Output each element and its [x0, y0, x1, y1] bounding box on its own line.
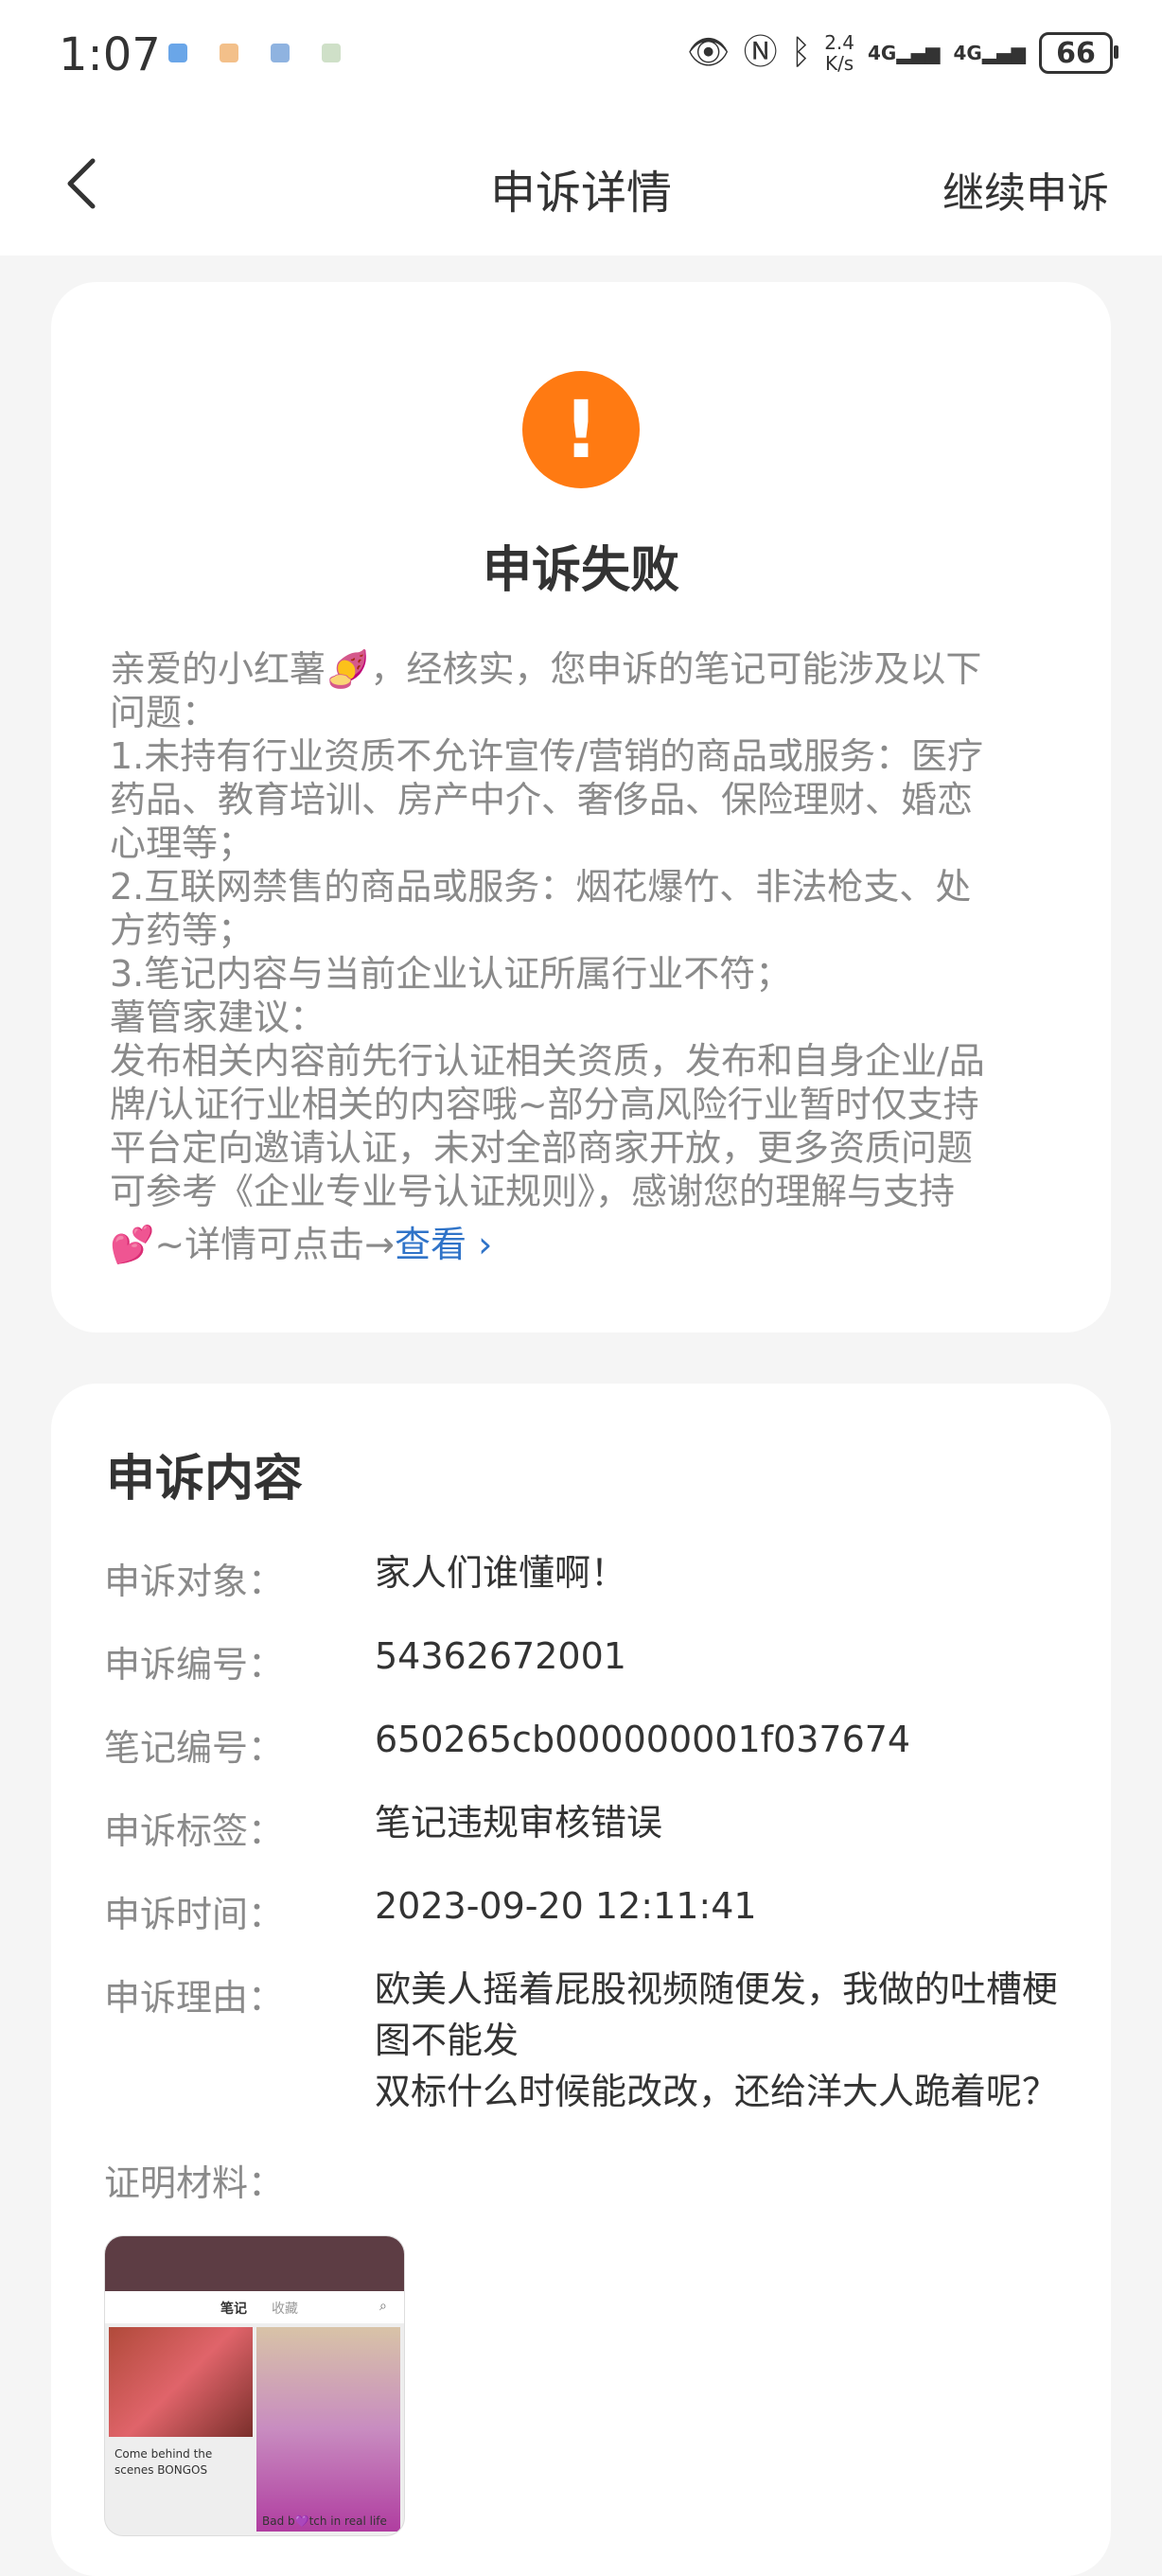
reason-value: 欧美人摇着屁股视频随便发，我做的吐槽梗 图不能发 双标什么时候能改改，还给洋大人… — [375, 1964, 1094, 2117]
thumb-caption-2: Bad b💜tch in real life — [262, 2514, 387, 2528]
field-label: 申诉编号： — [104, 1644, 285, 1685]
hearts-icon: 💕 — [110, 1224, 155, 1265]
field-value: 2023-09-20 12:11:41 — [375, 1885, 757, 1927]
status-indicators: 👁 Ⓝ ᛒ 2.4 K/s 4G▂▄▆ 4G▂▄▆ 66 — [686, 32, 1118, 74]
section-title: 申诉内容 — [106, 1451, 304, 1508]
speed-value: 2.4 — [824, 31, 854, 54]
appeal-content-card: 申诉内容 申诉对象： 家人们谁懂啊！ 申诉编号： 54362672001 笔记编… — [51, 1384, 1111, 2576]
notification-icon — [220, 44, 238, 62]
battery-icon: 66 — [1039, 32, 1118, 74]
notice-text: 亲爱的小红薯 — [110, 648, 326, 690]
proof-image-thumbnail[interactable]: 笔记 收藏 ⌕ Come behind the scenes BONGOS Ba… — [104, 2235, 405, 2536]
field-value: 54362672001 — [375, 1635, 626, 1677]
signal-2: 4G▂▄▆ — [953, 42, 1027, 64]
notice-line: 3.笔记内容与当前企业认证所属行业不符； — [110, 953, 792, 995]
thumb-tab-collect: 收藏 — [272, 2302, 298, 2317]
notification-icon — [271, 44, 290, 62]
eye-icon: 👁 — [686, 33, 731, 72]
notification-icon — [168, 44, 187, 62]
notice-line: 问题： — [110, 692, 219, 733]
field-label: 申诉时间： — [104, 1894, 285, 1935]
notice-line: 发布相关内容前先行认证相关资质，发布和自身企业/品 — [110, 1040, 985, 1082]
notice-text: ，经核实，您申诉的笔记可能涉及以下 — [370, 648, 982, 690]
sweet-potato-icon: 🍠 — [326, 648, 371, 690]
battery-level: 66 — [1056, 36, 1096, 70]
reason-line: 欧美人摇着屁股视频随便发，我做的吐槽梗 — [375, 1968, 1059, 2010]
signal-1-label: 4G — [868, 42, 897, 64]
result-card: ! 申诉失败 亲爱的小红薯🍠，经核实，您申诉的笔记可能涉及以下 问题： 1.未持… — [51, 282, 1111, 1332]
status-bar: 1:07 👁 Ⓝ ᛒ 2.4 K/s 4G▂▄▆ 4G▂▄▆ 66 — [0, 0, 1162, 114]
continue-appeal-button[interactable]: 继续申诉 — [942, 159, 1109, 220]
reason-line: 双标什么时候能改改，还给洋大人跪着呢？ — [375, 2071, 1059, 2112]
field-label: 申诉标签： — [104, 1810, 285, 1852]
notice-line: 亲爱的小红薯🍠，经核实，您申诉的笔记可能涉及以下 — [110, 647, 1113, 691]
thumb-header — [105, 2236, 404, 2291]
field-value: 650265cb000000001f037674 — [375, 1719, 911, 1760]
thumb-tab-notes: 笔记 — [220, 2302, 247, 2317]
reason-line: 图不能发 — [375, 2020, 519, 2061]
network-speed: 2.4 K/s — [824, 32, 854, 74]
signal-1: 4G▂▄▆ — [868, 42, 941, 64]
notice-line: 心理等； — [110, 822, 255, 864]
nfc-icon: Ⓝ — [743, 33, 778, 72]
field-label: 笔记编号： — [104, 1727, 285, 1769]
warning-icon: ! — [522, 371, 640, 488]
reason-label: 申诉理由： — [104, 1977, 285, 2019]
thumb-tabs: 笔记 收藏 ⌕ — [105, 2291, 404, 2323]
notice-line: 药品、教育培训、房产中介、奢侈品、保险理财、婚恋 — [110, 779, 974, 820]
notice-text: ~详情可点击→ — [154, 1224, 396, 1265]
result-notice: 亲爱的小红薯🍠，经核实，您申诉的笔记可能涉及以下 问题： 1.未持有行业资质不允… — [110, 647, 1113, 1266]
thumb-photo-2 — [256, 2327, 400, 2532]
result-title: 申诉失败 — [482, 542, 679, 599]
notice-line: 2.互联网禁售的商品或服务：烟花爆竹、非法枪支、处 — [110, 866, 972, 908]
status-time: 1:07 — [59, 28, 161, 81]
notice-line: 💕~详情可点击→查看 › — [110, 1223, 1113, 1266]
view-details-link[interactable]: 查看 › — [395, 1224, 492, 1265]
field-value: 笔记违规审核错误 — [375, 1802, 663, 1844]
speed-unit: K/s — [824, 52, 854, 75]
field-label: 申诉对象： — [104, 1561, 285, 1602]
proof-label: 证明材料： — [104, 2162, 285, 2204]
thumb-photo-1 — [109, 2327, 253, 2437]
notice-line: 牌/认证行业相关的内容哦~部分高风险行业暂时仅支持 — [110, 1084, 979, 1125]
notice-line: 可参考《企业专业号认证规则》，感谢您的理解与支持 — [110, 1171, 956, 1212]
thumb-search-icon: ⌕ — [379, 2299, 387, 2314]
notice-line: 方药等； — [110, 909, 255, 951]
thumb-caption-1: Come behind the scenes BONGOS — [114, 2447, 213, 2477]
bluetooth-icon: ᛒ — [790, 33, 812, 72]
notice-line: 薯管家建议： — [110, 997, 326, 1038]
notice-line: 1.未持有行业资质不允许宣传/营销的商品或服务：医疗 — [110, 735, 984, 777]
notice-line: 平台定向邀请认证，未对全部商家开放，更多资质问题 — [110, 1127, 974, 1169]
nav-bar: 申诉详情 继续申诉 — [0, 114, 1162, 256]
notification-icon — [322, 44, 341, 62]
field-value: 家人们谁懂啊！ — [375, 1552, 627, 1594]
signal-2-label: 4G — [953, 42, 982, 64]
